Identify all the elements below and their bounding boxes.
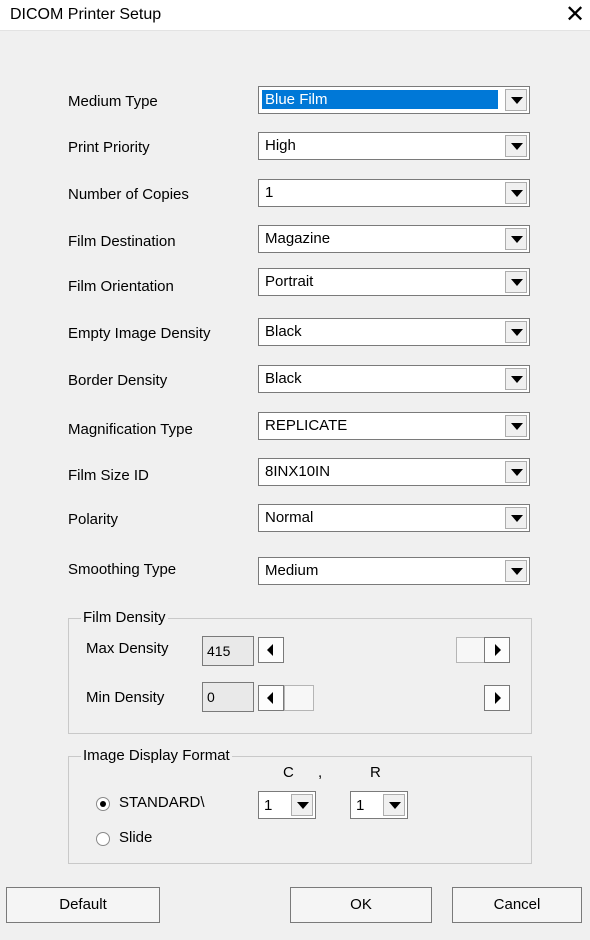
film-destination-value: Magazine [265,230,331,247]
film-destination-select[interactable]: Magazine [258,225,530,253]
max-density-slider[interactable] [258,637,510,663]
empty-image-density-value: Black [265,323,302,340]
columns-select[interactable]: 1 [258,791,316,819]
title-bar: DICOM Printer Setup ✕ [0,0,590,31]
print-priority-select[interactable]: High [258,132,530,160]
max-density-field: 415 [202,636,254,666]
border-density-select[interactable]: Black [258,365,530,393]
chevron-down-icon[interactable] [505,368,527,390]
scroll-left-icon[interactable] [258,685,284,711]
row-header: R [370,764,381,781]
chevron-down-icon[interactable] [505,182,527,204]
number-of-copies-select[interactable]: 1 [258,179,530,207]
film-density-group: Film Density [68,609,532,734]
magnification-type-select[interactable]: REPLICATE [258,412,530,440]
ok-button[interactable]: OK [290,887,432,923]
chevron-down-icon[interactable] [505,321,527,343]
smoothing-type-value: Medium [265,562,319,579]
polarity-value: Normal [265,509,314,526]
default-button[interactable]: Default [6,887,160,923]
chevron-down-icon[interactable] [505,461,527,483]
chevron-down-icon[interactable] [383,794,405,816]
print-priority-value: High [265,137,296,154]
film-orientation-value: Portrait [265,273,314,290]
chevron-down-icon[interactable] [505,135,527,157]
header-separator: , [318,764,323,781]
standard-label: STANDARD\ [119,794,205,811]
cancel-button[interactable]: Cancel [452,887,582,923]
max-density-label: Max Density [86,640,169,657]
rows-select[interactable]: 1 [350,791,408,819]
smoothing-type-select[interactable]: Medium [258,557,530,585]
close-icon[interactable]: ✕ [562,3,588,30]
chevron-down-icon[interactable] [505,228,527,250]
columns-value: 1 [264,797,273,814]
column-header: C [283,764,294,781]
film-size-id-select[interactable]: 8INX10IN [258,458,530,486]
rows-value: 1 [356,797,365,814]
scroll-right-icon[interactable] [484,685,510,711]
border-density-label: Border Density [68,372,168,389]
film-size-id-label: Film Size ID [68,467,149,484]
chevron-down-icon[interactable] [505,507,527,529]
polarity-label: Polarity [68,511,119,528]
scroll-left-icon[interactable] [258,637,284,663]
min-density-label: Min Density [86,689,165,706]
scroll-right-icon[interactable] [484,637,510,663]
slider-thumb[interactable] [284,685,314,711]
chevron-down-icon[interactable] [505,89,527,111]
min-density-slider[interactable] [258,685,510,711]
magnification-type-label: Magnification Type [68,421,193,438]
max-density-value: 415 [207,643,231,659]
number-of-copies-label: Number of Copies [68,186,189,203]
film-size-id-value: 8INX10IN [265,463,331,480]
chevron-down-icon[interactable] [291,794,313,816]
film-orientation-select[interactable]: Portrait [258,268,530,296]
smoothing-type-label: Smoothing Type [68,561,177,578]
film-orientation-label: Film Orientation [68,278,174,295]
slider-thumb[interactable] [456,637,486,663]
image-display-format-title: Image Display Format [81,747,232,764]
chevron-down-icon[interactable] [505,415,527,437]
empty-image-density-label: Empty Image Density [68,325,211,342]
number-of-copies-value: 1 [265,184,274,201]
magnification-type-value: REPLICATE [265,417,348,434]
min-density-value: 0 [207,689,215,705]
border-density-value: Black [265,370,302,387]
print-priority-label: Print Priority [68,139,150,156]
min-density-field: 0 [202,682,254,712]
standard-radio[interactable] [96,797,110,811]
medium-type-select[interactable]: Blue Film [258,86,530,114]
chevron-down-icon[interactable] [505,560,527,582]
medium-type-label: Medium Type [68,93,158,110]
polarity-select[interactable]: Normal [258,504,530,532]
empty-image-density-select[interactable]: Black [258,318,530,346]
medium-type-value: Blue Film [262,90,498,109]
slide-label: Slide [119,829,153,846]
window-title: DICOM Printer Setup [10,6,162,23]
chevron-down-icon[interactable] [505,271,527,293]
film-density-title: Film Density [81,609,168,626]
slide-radio[interactable] [96,832,110,846]
film-destination-label: Film Destination [68,233,176,250]
